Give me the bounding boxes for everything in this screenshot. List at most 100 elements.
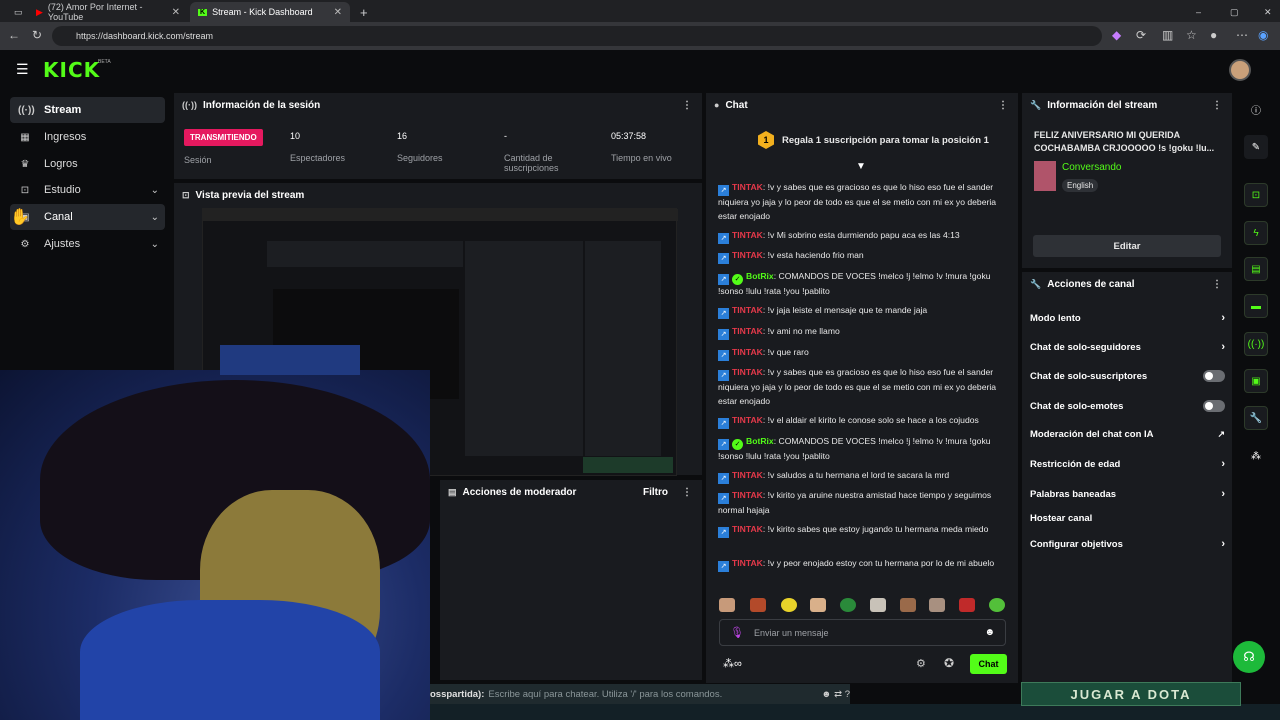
emote-icon[interactable] bbox=[870, 598, 886, 612]
sidebar-item-ajustes[interactable]: ⚙ Ajustes ⌄ bbox=[10, 231, 165, 257]
profile-icon[interactable]: ● bbox=[1210, 28, 1217, 42]
avatar[interactable] bbox=[1229, 59, 1251, 81]
gift-icon[interactable]: ✪ bbox=[944, 656, 954, 670]
chat-username[interactable]: TINTAK bbox=[732, 490, 763, 500]
chat-username[interactable]: TINTAK bbox=[732, 182, 763, 192]
more-options-icon[interactable]: ⋮ bbox=[1212, 100, 1222, 111]
tab-youtube[interactable]: ▶ (72) Amor Por Internet - YouTube ✕ bbox=[28, 2, 188, 22]
subs-only-toggle[interactable] bbox=[1203, 370, 1225, 382]
game-chat-bar[interactable]: osspartida): Escribe aquí para chatear. … bbox=[430, 684, 850, 704]
more-icon[interactable]: ⋯ bbox=[1236, 28, 1248, 42]
close-tab-icon[interactable]: ✕ bbox=[334, 7, 342, 18]
extension-icon[interactable]: ◆ bbox=[1112, 28, 1121, 42]
chat-username[interactable]: TINTAK bbox=[732, 415, 763, 425]
sidebar-item-stream[interactable]: ((·)) Stream bbox=[10, 97, 165, 123]
game-chat-icons[interactable]: ☻ ⇄ ? bbox=[821, 689, 850, 700]
apps-icon[interactable]: ⁂ bbox=[1244, 444, 1268, 468]
kick-logo[interactable]: KICK bbox=[43, 58, 100, 82]
filter-button[interactable]: Filtro bbox=[643, 487, 668, 498]
chat-message: ↗ TINTAK: !v kirito sabes que estoy jugan… bbox=[718, 523, 1003, 538]
maximize-icon[interactable]: ▢ bbox=[1222, 2, 1242, 22]
emoji-icon[interactable]: ☻ bbox=[984, 627, 995, 638]
chat-username[interactable]: TINTAK bbox=[732, 347, 763, 357]
rank-badge: 1 bbox=[758, 131, 774, 149]
chat-username[interactable]: TINTAK bbox=[732, 250, 763, 260]
wrench-icon[interactable]: 🔧 bbox=[1244, 406, 1268, 430]
back-icon[interactable]: ← bbox=[8, 28, 20, 42]
new-tab-button[interactable]: + bbox=[352, 2, 372, 22]
pencil-icon[interactable]: ✎ bbox=[1244, 135, 1268, 159]
chevron-right-icon: › bbox=[1221, 458, 1225, 470]
emote-icon[interactable] bbox=[840, 598, 856, 612]
lightning-icon[interactable]: ϟ bbox=[1244, 221, 1268, 245]
gear-icon[interactable]: ⚙ bbox=[916, 657, 926, 670]
layout-icon[interactable]: ▣ bbox=[1244, 369, 1268, 393]
url-field[interactable]: https://dashboard.kick.com/stream bbox=[52, 26, 1102, 46]
favorites-icon[interactable]: ☆ bbox=[1186, 28, 1197, 42]
slow-mode-action[interactable]: Modo lento › bbox=[1030, 312, 1225, 324]
action-label: Palabras baneadas bbox=[1030, 488, 1117, 500]
send-chat-button[interactable]: Chat bbox=[970, 654, 1007, 674]
gift-banner[interactable]: 1 Regala 1 suscripción para tomar la pos… bbox=[758, 131, 989, 149]
refresh-ext-icon[interactable]: ⟳ bbox=[1136, 28, 1146, 42]
host-channel-action[interactable]: Hostear canal bbox=[1030, 513, 1225, 524]
play-dota-banner[interactable]: JUGAR A DOTA bbox=[1021, 682, 1241, 706]
age-restriction-action[interactable]: Restricción de edad › bbox=[1030, 458, 1225, 470]
chat-username[interactable]: BotRix bbox=[746, 271, 774, 281]
chat-username[interactable]: TINTAK bbox=[732, 230, 763, 240]
emote-icon[interactable] bbox=[929, 598, 945, 612]
more-options-icon[interactable]: ⋮ bbox=[682, 487, 692, 498]
info-icon[interactable]: ⓘ bbox=[1244, 97, 1268, 121]
emotes-only-toggle[interactable] bbox=[1203, 400, 1225, 412]
user-badge-icon: ↗ bbox=[718, 308, 729, 319]
emote-icon[interactable] bbox=[900, 598, 916, 612]
tab-kick-dashboard[interactable]: K Stream - Kick Dashboard ✕ bbox=[190, 2, 350, 22]
document-icon[interactable]: ▤ bbox=[1244, 257, 1268, 281]
tab-actions-icon[interactable]: ▭ bbox=[6, 2, 24, 22]
emote-icon[interactable] bbox=[989, 598, 1005, 612]
close-window-icon[interactable]: ✕ bbox=[1256, 2, 1276, 22]
copilot-icon[interactable]: ◉ bbox=[1258, 28, 1268, 42]
ai-moderation-action[interactable]: Moderación del chat con IA ↗ bbox=[1030, 429, 1225, 440]
broadcast-icon: ((·)) bbox=[18, 104, 35, 116]
stat-value: 10 bbox=[290, 131, 301, 141]
chevron-right-icon: › bbox=[1221, 538, 1225, 550]
camera-icon[interactable]: ⊡ bbox=[1244, 183, 1268, 207]
kick-points-icon[interactable]: ⁂∞ bbox=[723, 657, 742, 670]
chat-input[interactable]: 🎙 Enviar un mensaje ☻ bbox=[719, 619, 1006, 646]
sidebar-item-estudio[interactable]: ⊡ Estudio ⌄ bbox=[10, 177, 165, 203]
more-options-icon[interactable]: ⋮ bbox=[682, 100, 692, 111]
chat-username[interactable]: BotRix bbox=[746, 436, 774, 446]
chat-icon[interactable]: ▬ bbox=[1244, 294, 1268, 318]
edit-button[interactable]: Editar bbox=[1033, 235, 1221, 257]
more-options-icon[interactable]: ⋮ bbox=[1212, 279, 1222, 290]
broadcast-icon[interactable]: ((·)) bbox=[1244, 332, 1268, 356]
chat-username[interactable]: TINTAK bbox=[732, 326, 763, 336]
chat-username[interactable]: TINTAK bbox=[732, 367, 763, 377]
emote-icon[interactable] bbox=[810, 598, 826, 612]
goals-action[interactable]: Configurar objetivos › bbox=[1030, 538, 1225, 550]
close-tab-icon[interactable]: ✕ bbox=[172, 7, 180, 18]
followers-only-action[interactable]: Chat de solo-seguidores › bbox=[1030, 341, 1225, 353]
sidebar-item-canal[interactable]: ▣ Canal ⌄ bbox=[10, 204, 165, 230]
reload-icon[interactable]: ↻ bbox=[32, 28, 42, 42]
emote-icon[interactable] bbox=[781, 598, 797, 612]
emote-icon[interactable] bbox=[719, 598, 735, 612]
chat-username[interactable]: TINTAK bbox=[732, 524, 763, 534]
sidebar-item-ingresos[interactable]: ▦ Ingresos bbox=[10, 124, 165, 150]
emote-icon[interactable] bbox=[959, 598, 975, 612]
support-icon[interactable]: ☊ bbox=[1233, 641, 1265, 673]
sidebar-item-logros[interactable]: ♛ Logros bbox=[10, 151, 165, 177]
sidebar-icon[interactable]: ▥ bbox=[1162, 28, 1173, 42]
minimize-icon[interactable]: – bbox=[1188, 2, 1208, 22]
category-label[interactable]: Conversando bbox=[1062, 162, 1121, 173]
pinned-arrow-icon[interactable]: ▼ bbox=[856, 161, 866, 172]
mic-icon[interactable]: 🎙 bbox=[730, 626, 744, 639]
menu-icon[interactable]: ☰ bbox=[16, 61, 29, 78]
more-options-icon[interactable]: ⋮ bbox=[998, 100, 1008, 111]
chat-username[interactable]: TINTAK bbox=[732, 470, 763, 480]
chat-username[interactable]: TINTAK bbox=[732, 558, 763, 568]
banned-words-action[interactable]: Palabras baneadas › bbox=[1030, 488, 1225, 500]
chat-username[interactable]: TINTAK bbox=[732, 305, 763, 315]
emote-icon[interactable] bbox=[750, 598, 766, 612]
